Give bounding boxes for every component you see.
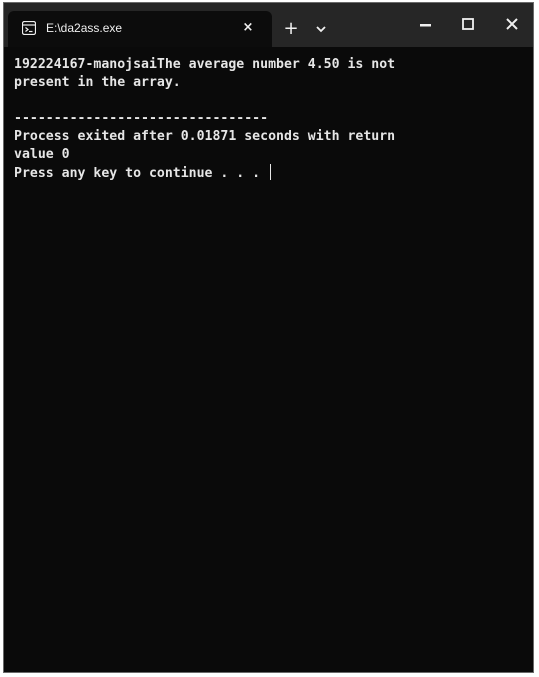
- terminal-window: E:\da2ass.exe × + 192224167-manojsaiThe …: [3, 2, 534, 673]
- console-output[interactable]: 192224167-manojsaiThe average number 4.5…: [14, 56, 525, 182]
- minimize-icon[interactable]: [406, 11, 446, 39]
- console-line: 192224167-manojsaiThe average number 4.5…: [14, 57, 396, 72]
- close-icon[interactable]: ×: [238, 18, 258, 38]
- console-line: Process exited after 0.01871 seconds wit…: [14, 129, 396, 144]
- console-line: present in the array.: [14, 75, 181, 90]
- console-line: value 0: [14, 147, 70, 162]
- plus-icon[interactable]: +: [280, 18, 302, 40]
- title-bar[interactable]: E:\da2ass.exe × +: [4, 3, 533, 47]
- console-line: --------------------------------: [14, 111, 269, 126]
- terminal-icon: [22, 21, 36, 35]
- close-window-icon[interactable]: [492, 11, 532, 39]
- tab-title: E:\da2ass.exe: [46, 21, 123, 35]
- text-cursor: [270, 164, 272, 180]
- chevron-down-icon[interactable]: [310, 18, 332, 40]
- console-prompt-line: Press any key to continue . . .: [14, 164, 525, 182]
- tab-active[interactable]: E:\da2ass.exe ×: [8, 11, 272, 47]
- console-line: Press any key to continue . . .: [14, 166, 269, 181]
- maximize-icon[interactable]: [448, 11, 488, 39]
